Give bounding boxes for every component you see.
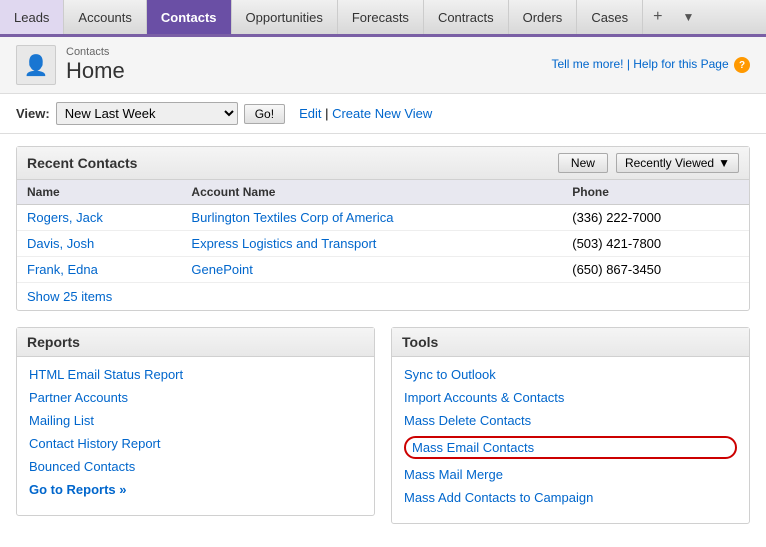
page-header-left: 👤 Contacts Home bbox=[16, 45, 125, 85]
show-items-link[interactable]: Show 25 items bbox=[27, 289, 112, 304]
contact-account-link[interactable]: Express Logistics and Transport bbox=[191, 236, 376, 251]
go-to-reports-link[interactable]: Go to Reports » bbox=[29, 482, 362, 497]
nav-plus-button[interactable]: + bbox=[643, 0, 672, 34]
breadcrumb: Contacts bbox=[66, 46, 125, 58]
contacts-table: Name Account Name Phone Rogers, Jack Bur… bbox=[17, 180, 749, 282]
tool-link[interactable]: Mass Add Contacts to Campaign bbox=[404, 490, 737, 505]
report-link[interactable]: HTML Email Status Report bbox=[29, 367, 362, 382]
contact-account-link[interactable]: Burlington Textiles Corp of America bbox=[191, 210, 393, 225]
reports-panel: Reports HTML Email Status Report Partner … bbox=[16, 327, 375, 516]
page-title: Home bbox=[66, 58, 125, 84]
reports-title: Reports bbox=[27, 334, 364, 350]
tool-link[interactable]: Import Accounts & Contacts bbox=[404, 390, 737, 405]
table-header-row: Name Account Name Phone bbox=[17, 180, 749, 205]
table-row: Davis, Josh Express Logistics and Transp… bbox=[17, 231, 749, 257]
nav-item-contracts[interactable]: Contracts bbox=[424, 0, 509, 34]
help-icon[interactable]: ? bbox=[734, 57, 750, 73]
nav-item-forecasts[interactable]: Forecasts bbox=[338, 0, 424, 34]
contacts-icon: 👤 bbox=[16, 45, 56, 85]
recently-viewed-label: Recently Viewed bbox=[625, 156, 714, 170]
nav-item-orders[interactable]: Orders bbox=[509, 0, 578, 34]
view-label: View: bbox=[16, 106, 50, 121]
main-content: Recent Contacts New Recently Viewed ▼ Na… bbox=[0, 134, 766, 536]
view-select[interactable]: New Last WeekAll ContactsMy ContactsRece… bbox=[56, 102, 238, 125]
contact-name-cell: Rogers, Jack bbox=[17, 205, 181, 231]
recent-contacts-section: Recent Contacts New Recently Viewed ▼ Na… bbox=[16, 146, 750, 311]
contact-account-cell: GenePoint bbox=[181, 257, 562, 283]
tool-link[interactable]: Mass Mail Merge bbox=[404, 467, 737, 482]
tools-title: Tools bbox=[402, 334, 739, 350]
contact-name-link[interactable]: Davis, Josh bbox=[27, 236, 94, 251]
edit-view-link[interactable]: Edit bbox=[299, 106, 321, 121]
edit-links: Edit | Create New View bbox=[299, 106, 432, 121]
report-link[interactable]: Mailing List bbox=[29, 413, 362, 428]
contact-name-cell: Frank, Edna bbox=[17, 257, 181, 283]
table-row: Frank, Edna GenePoint (650) 867-3450 bbox=[17, 257, 749, 283]
contact-name-link[interactable]: Rogers, Jack bbox=[27, 210, 103, 225]
reports-column: Reports HTML Email Status Report Partner … bbox=[16, 327, 375, 524]
contact-name-cell: Davis, Josh bbox=[17, 231, 181, 257]
contact-phone-cell: (336) 222-7000 bbox=[562, 205, 749, 231]
page-header: 👤 Contacts Home Tell me more! | Help for… bbox=[0, 37, 766, 94]
nav-item-leads[interactable]: Leads bbox=[0, 0, 64, 34]
breadcrumb-title: Contacts Home bbox=[66, 46, 125, 84]
report-link[interactable]: Bounced Contacts bbox=[29, 459, 362, 474]
mass-email-contacts-link[interactable]: Mass Email Contacts bbox=[404, 436, 737, 459]
contact-account-cell: Express Logistics and Transport bbox=[181, 231, 562, 257]
col-name: Name bbox=[17, 180, 181, 205]
top-navigation: Leads Accounts Contacts Opportunities Fo… bbox=[0, 0, 766, 36]
contact-account-cell: Burlington Textiles Corp of America bbox=[181, 205, 562, 231]
nav-item-cases[interactable]: Cases bbox=[577, 0, 643, 34]
tools-panel-body: Sync to Outlook Import Accounts & Contact… bbox=[392, 357, 749, 523]
tool-link[interactable]: Sync to Outlook bbox=[404, 367, 737, 382]
reports-panel-body: HTML Email Status Report Partner Accounts… bbox=[17, 357, 374, 515]
report-link[interactable]: Partner Accounts bbox=[29, 390, 362, 405]
col-account: Account Name bbox=[181, 180, 562, 205]
recently-viewed-button[interactable]: Recently Viewed ▼ bbox=[616, 153, 739, 173]
contact-account-link[interactable]: GenePoint bbox=[191, 262, 252, 277]
two-column-section: Reports HTML Email Status Report Partner … bbox=[16, 327, 750, 524]
tools-panel-header: Tools bbox=[392, 328, 749, 357]
tools-panel: Tools Sync to Outlook Import Accounts & C… bbox=[391, 327, 750, 524]
section-header-actions: New Recently Viewed ▼ bbox=[558, 153, 739, 173]
go-button[interactable]: Go! bbox=[244, 104, 285, 124]
nav-item-opportunities[interactable]: Opportunities bbox=[232, 0, 338, 34]
recent-contacts-title: Recent Contacts bbox=[27, 155, 137, 171]
new-contact-button[interactable]: New bbox=[558, 153, 608, 173]
report-link[interactable]: Contact History Report bbox=[29, 436, 362, 451]
tell-me-more-link[interactable]: Tell me more! bbox=[551, 57, 623, 71]
nav-item-contacts[interactable]: Contacts bbox=[147, 0, 232, 34]
contact-phone-cell: (503) 421-7800 bbox=[562, 231, 749, 257]
page-header-right: Tell me more! | Help for this Page ? bbox=[551, 57, 750, 74]
nav-item-accounts[interactable]: Accounts bbox=[64, 0, 146, 34]
recently-viewed-arrow: ▼ bbox=[718, 156, 730, 170]
contact-name-link[interactable]: Frank, Edna bbox=[27, 262, 98, 277]
col-phone: Phone bbox=[562, 180, 749, 205]
reports-panel-header: Reports bbox=[17, 328, 374, 357]
view-bar: View: New Last WeekAll ContactsMy Contac… bbox=[0, 94, 766, 134]
nav-more-arrow[interactable]: ▼ bbox=[673, 0, 705, 34]
table-row: Rogers, Jack Burlington Textiles Corp of… bbox=[17, 205, 749, 231]
create-new-view-link[interactable]: Create New View bbox=[332, 106, 432, 121]
help-page-link[interactable]: Help for this Page bbox=[633, 57, 728, 71]
tools-column: Tools Sync to Outlook Import Accounts & C… bbox=[391, 327, 750, 524]
tool-link[interactable]: Mass Delete Contacts bbox=[404, 413, 737, 428]
show-items: Show 25 items bbox=[17, 282, 749, 310]
contact-phone-cell: (650) 867-3450 bbox=[562, 257, 749, 283]
recent-contacts-header: Recent Contacts New Recently Viewed ▼ bbox=[17, 147, 749, 180]
